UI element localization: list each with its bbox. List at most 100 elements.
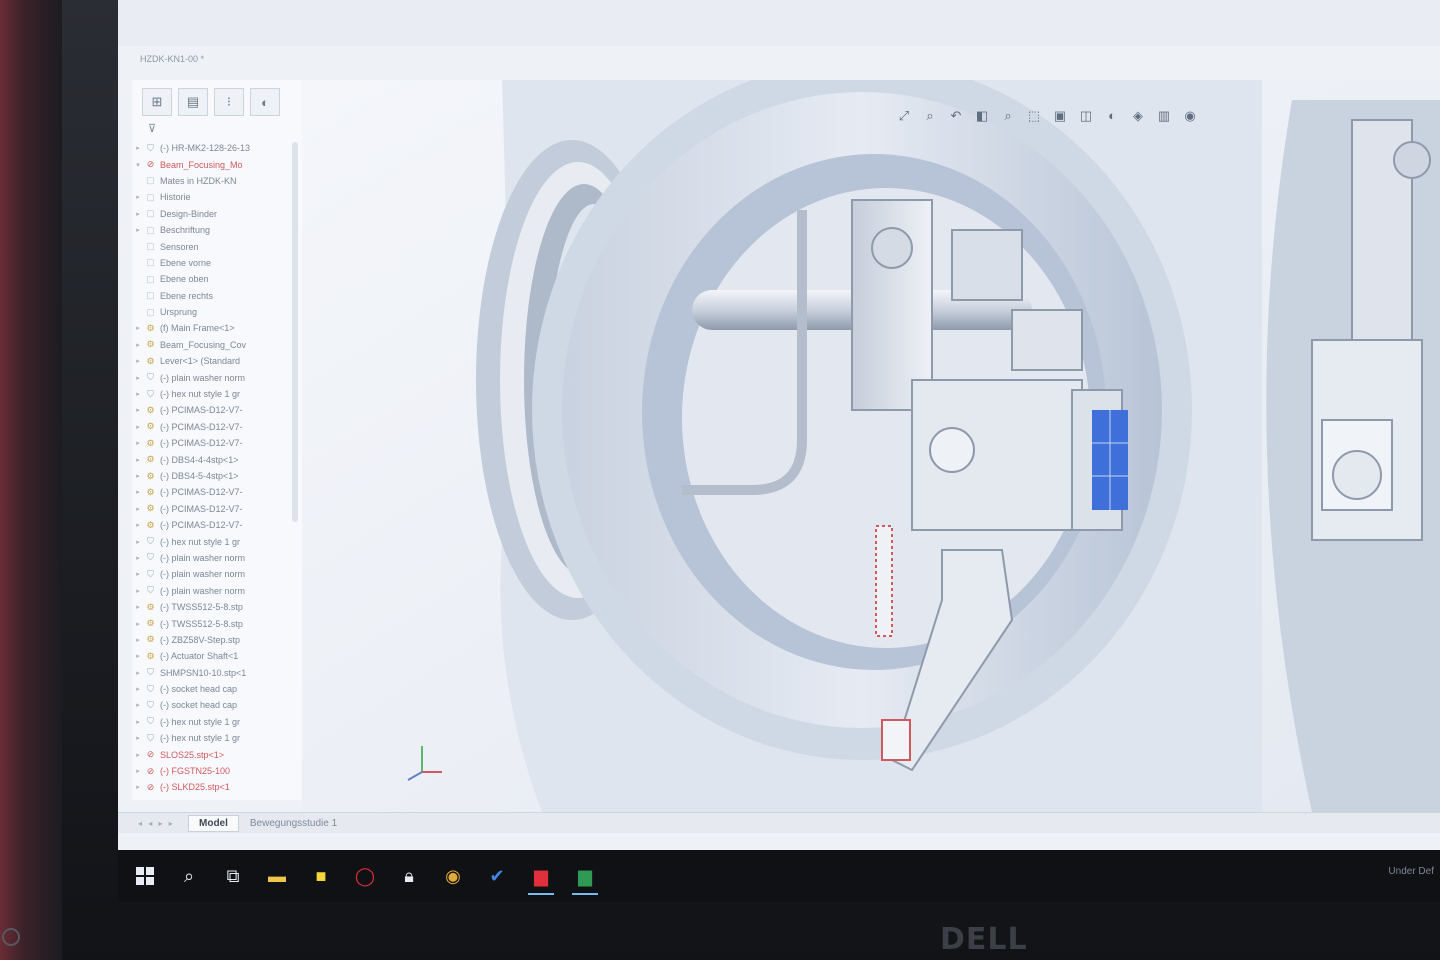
tree-item[interactable]: ▸ ⛉ (-) socket head cap [132,697,302,713]
expand-arrow-icon[interactable]: ▸ [132,374,144,382]
expand-arrow-icon[interactable]: ▸ [132,767,144,775]
power-icon[interactable] [2,928,20,946]
dynamic-annotation-icon[interactable]: ⌕ [998,108,1018,124]
expand-arrow-icon[interactable]: ▸ [132,488,144,496]
tree-item[interactable]: ▸ ⊘ SLOS25.stp<1> [132,746,302,762]
tree-item[interactable]: ▸ ⚙ Lever<1> (Standard [132,353,302,369]
tree-item[interactable]: ▢ Ebene oben [132,271,302,287]
tree-item[interactable]: ▸ ⛉ (-) plain washer norm [132,583,302,599]
sticky-notes-button[interactable]: ■ [300,855,342,897]
tree-item[interactable]: ▸ ⚙ (-) TWSS512-5-8.stp [132,615,302,631]
expand-arrow-icon[interactable]: ▾ [132,161,144,169]
zoom-area-icon[interactable]: ⌕ [920,108,940,124]
expand-arrow-icon[interactable]: ▸ [132,456,144,464]
render-tools-icon[interactable]: ◉ [1180,108,1200,124]
expand-arrow-icon[interactable]: ▸ [132,652,144,660]
tab-navigation-arrows[interactable]: ◂ ◂ ▸ ▸ [138,819,188,828]
expand-arrow-icon[interactable]: ▸ [132,718,144,726]
tree-item[interactable]: ▸ ⚙ (-) PCIMAS-D12-V7- [132,435,302,451]
expand-arrow-icon[interactable]: ▸ [132,603,144,611]
tree-item[interactable]: ▸ ▢ Design-Binder [132,206,302,222]
expand-arrow-icon[interactable]: ▸ [132,144,144,152]
zoom-to-fit-icon[interactable]: ⤢ [894,108,914,124]
tree-item[interactable]: ▢ Ebene rechts [132,288,302,304]
tree-item[interactable]: ▾ ⊘ Beam_Focusing_Mo [132,156,302,172]
tree-item[interactable]: ▸ ⛉ SHMPSN10-10.stp<1 [132,665,302,681]
expand-arrow-icon[interactable]: ▸ [132,734,144,742]
expand-arrow-icon[interactable]: ▸ [132,341,144,349]
tree-item[interactable]: ▸ ⛉ (-) socket head cap [132,681,302,697]
tree-item[interactable]: ▸ ⛉ (-) plain washer norm [132,369,302,385]
expand-arrow-icon[interactable]: ▸ [132,554,144,562]
tree-item[interactable]: ▸ ⊘ (-) SLKD25.stp<1 [132,779,302,795]
expand-arrow-icon[interactable]: ▸ [132,226,144,234]
tree-item[interactable]: ▸ ▢ Beschriftung [132,222,302,238]
solidworks-button[interactable]: ▆ [520,855,562,897]
tree-item[interactable]: ▸ ⊘ (-) FGSTN25-100 [132,763,302,779]
excel-button[interactable]: ▆ [564,855,606,897]
expand-arrow-icon[interactable]: ▸ [132,406,144,414]
property-manager-tab[interactable]: ▤ [178,88,208,116]
filter-icon[interactable]: ⊽ [148,122,156,135]
tree-item[interactable]: ▸ ⚙ (-) PCIMAS-D12-V7- [132,501,302,517]
expand-arrow-icon[interactable]: ▸ [132,521,144,529]
section-view-icon[interactable]: ◧ [972,108,992,124]
tree-item[interactable]: ▸ ⚙ (f) Main Frame<1> [132,320,302,336]
view-settings-icon[interactable]: ▥ [1154,108,1174,124]
feature-manager-tab[interactable]: ⊞ [142,88,172,116]
task-view-button[interactable]: ⧉ [212,855,254,897]
edit-appearance-icon[interactable]: ◐ [1102,108,1122,124]
tree-item[interactable]: ▸ ⚙ (-) PCIMAS-D12-V7- [132,484,302,500]
tree-item[interactable]: ▸ ⚙ (-) PCIMAS-D12-V7- [132,419,302,435]
view-orientation-icon[interactable]: ⬚ [1024,108,1044,124]
expand-arrow-icon[interactable]: ▸ [132,538,144,546]
expand-arrow-icon[interactable]: ▸ [132,390,144,398]
tree-item[interactable]: ▢ Ursprung [132,304,302,320]
expand-arrow-icon[interactable]: ▸ [132,701,144,709]
tree-item[interactable]: ▢ Ebene vorne [132,255,302,271]
display-style-icon[interactable]: ▣ [1050,108,1070,124]
previous-view-icon[interactable]: ↶ [946,108,966,124]
expand-arrow-icon[interactable]: ▸ [132,423,144,431]
expand-arrow-icon[interactable]: ▸ [132,505,144,513]
document-tab[interactable]: HZDK-KN1-00 * [140,54,204,64]
tree-item[interactable]: ▸ ⛉ (-) plain washer norm [132,566,302,582]
tree-item[interactable]: ▸ ⚙ (-) ZBZ58V-Step.stp [132,632,302,648]
expand-arrow-icon[interactable]: ▸ [132,783,144,791]
lock-app-button[interactable]: 🔒︎ [388,855,430,897]
tab-model[interactable]: Model [188,814,239,832]
tree-item[interactable]: ▢ Mates in HZDK-KN [132,173,302,189]
expand-arrow-icon[interactable]: ▸ [132,587,144,595]
tree-item[interactable]: ▸ ⛉ (-) hex nut style 1 gr [132,730,302,746]
tree-item[interactable]: ▢ Sensoren [132,238,302,254]
file-explorer-button[interactable]: ▬ [256,855,298,897]
start-button[interactable] [124,855,166,897]
opera-button[interactable]: ◯ [344,855,386,897]
expand-arrow-icon[interactable]: ▸ [132,439,144,447]
tree-item[interactable]: ▸ ⚙ (-) PCIMAS-D12-V7- [132,402,302,418]
tree-item[interactable]: ▸ ⚙ (-) TWSS512-5-8.stp [132,599,302,615]
chrome-button[interactable]: ◉ [432,855,474,897]
expand-arrow-icon[interactable]: ▸ [132,324,144,332]
expand-arrow-icon[interactable]: ▸ [132,669,144,677]
tree-item[interactable]: ▸ ⚙ (-) DBS4-4-4stp<1> [132,451,302,467]
tree-item[interactable]: ▸ ⛉ (-) hex nut style 1 gr [132,386,302,402]
tree-item[interactable]: ▸ ⛉ (-) plain washer norm [132,550,302,566]
configuration-manager-tab[interactable]: ⁝ [214,88,244,116]
tree-item[interactable]: ▸ ▢ Historie [132,189,302,205]
tree-item[interactable]: ▸ ⛉ (-) hex nut style 1 gr [132,533,302,549]
hide-show-icon[interactable]: ◫ [1076,108,1096,124]
expand-arrow-icon[interactable]: ▸ [132,751,144,759]
tree-item[interactable]: ▸ ⚙ (-) PCIMAS-D12-V7- [132,517,302,533]
expand-arrow-icon[interactable]: ▸ [132,570,144,578]
tree-item[interactable]: ▸ ⚙ (-) Actuator Shaft<1 [132,648,302,664]
tree-item[interactable]: ▸ ⚙ (-) DBS4-5-4stp<1> [132,468,302,484]
tree-scrollbar[interactable] [292,142,298,522]
expand-arrow-icon[interactable]: ▸ [132,472,144,480]
expand-arrow-icon[interactable]: ▸ [132,620,144,628]
graphics-viewport[interactable] [302,80,1440,812]
tree-item[interactable]: ▸ ⛉ (-) HR-MK2-128-26-13 [132,140,302,156]
expand-arrow-icon[interactable]: ▸ [132,685,144,693]
expand-arrow-icon[interactable]: ▸ [132,357,144,365]
search-button[interactable]: ⌕ [168,855,210,897]
